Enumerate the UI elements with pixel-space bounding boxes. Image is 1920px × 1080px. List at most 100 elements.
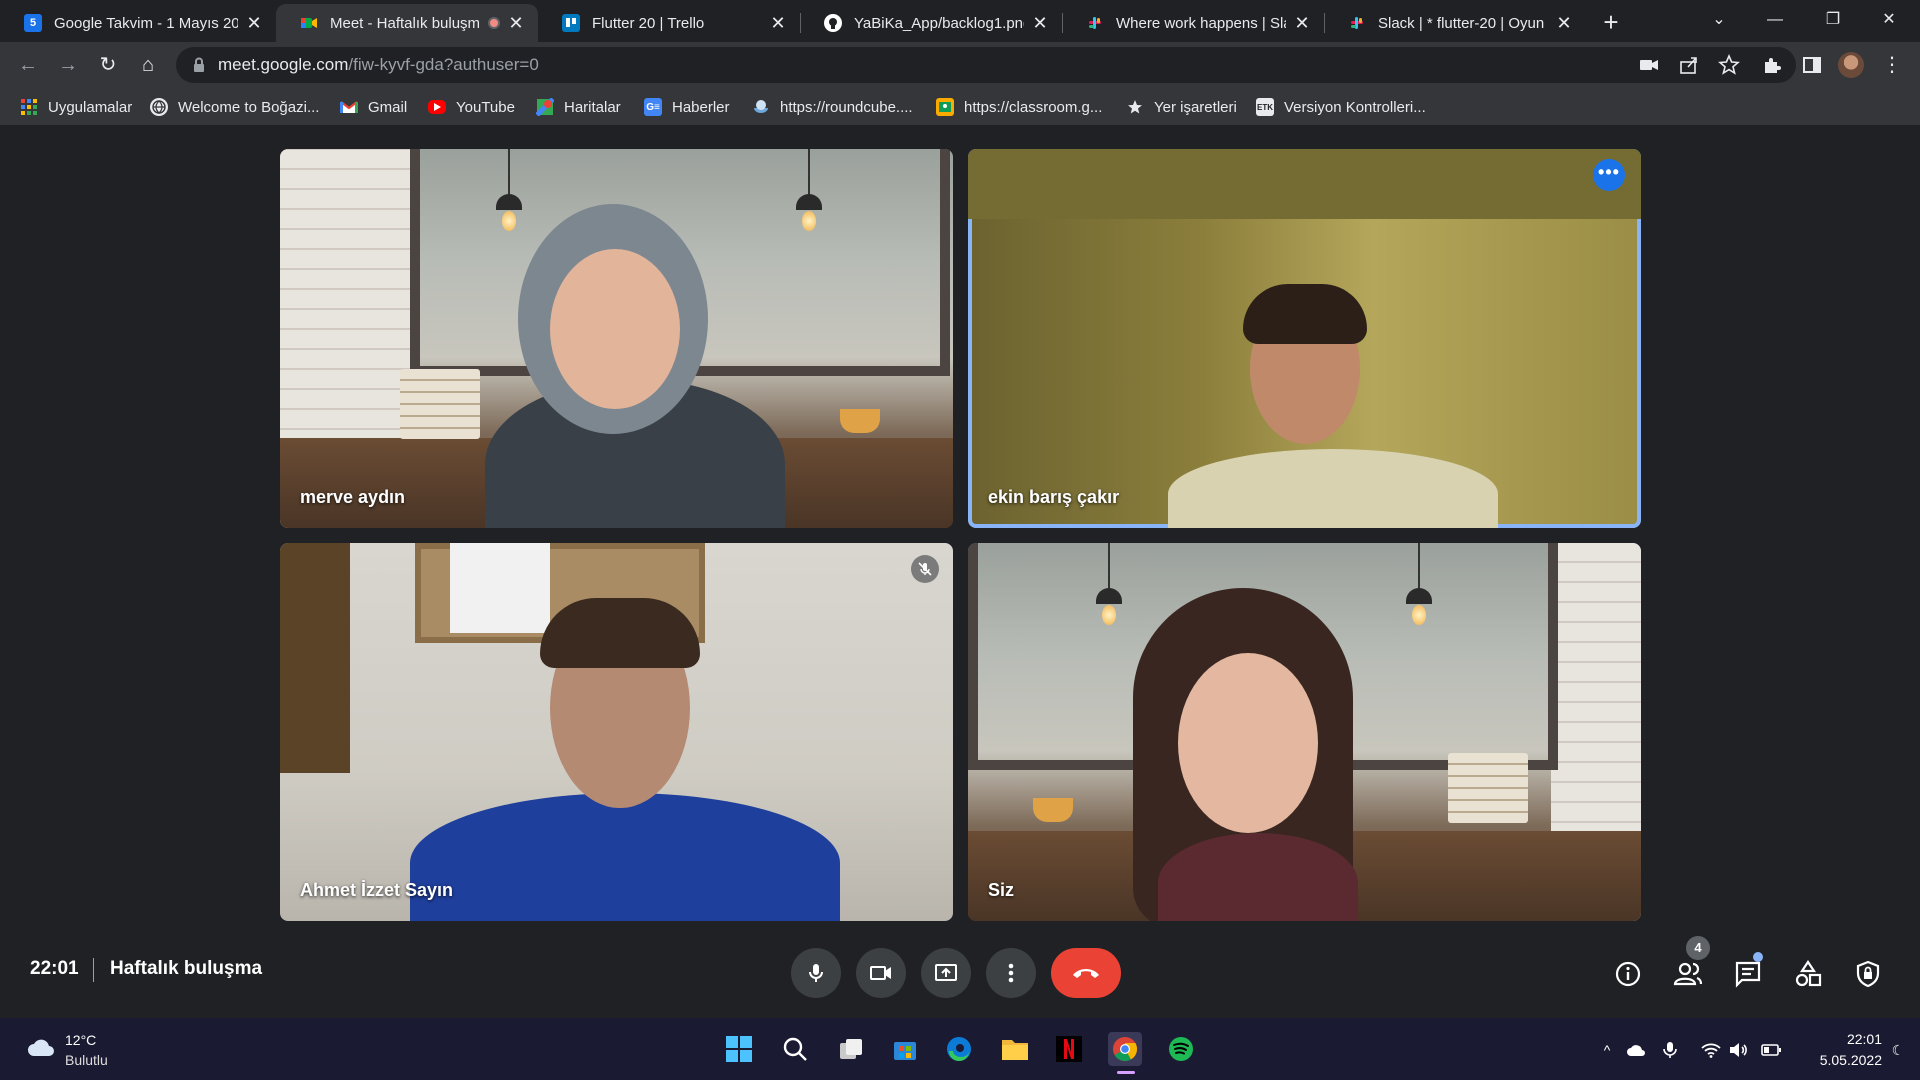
close-icon[interactable]: ✕ [244, 13, 264, 33]
tab-google-meet[interactable]: Meet - Haftalık buluşm ✕ [276, 4, 538, 42]
participant-tile-1[interactable]: merve aydın [280, 149, 953, 528]
volume-icon[interactable] [1729, 1040, 1749, 1060]
people-button[interactable] [1668, 954, 1708, 994]
reload-button[interactable]: ↻ [92, 49, 124, 81]
home-button[interactable]: ⌂ [132, 49, 164, 81]
close-icon[interactable]: ✕ [506, 13, 526, 33]
close-icon[interactable]: ✕ [1030, 13, 1050, 33]
weather-temperature: 12°C [65, 1032, 97, 1048]
profile-avatar[interactable] [1838, 52, 1864, 78]
bookmark-classroom[interactable]: https://classroom.g... [936, 96, 1102, 118]
background-ceiling [968, 149, 1641, 219]
bulb-icon [502, 211, 516, 231]
close-window-button[interactable]: ✕ [1866, 4, 1912, 36]
tab-trello[interactable]: Flutter 20 | Trello ✕ [538, 4, 800, 42]
more-options-icon[interactable]: ••• [1593, 159, 1625, 191]
participant-tile-2[interactable]: ••• ekin barış çakır [968, 149, 1641, 528]
books-image [1448, 753, 1528, 823]
bulb-icon [1412, 605, 1426, 625]
camera-in-use-icon[interactable] [1638, 54, 1660, 76]
chat-icon [1735, 961, 1761, 988]
bookmark-version-control[interactable]: ETK Versiyon Kontrolleri... [1256, 96, 1426, 118]
bookmark-star-icon[interactable] [1718, 54, 1740, 76]
tab-search-chevron-icon[interactable]: ⌄ [1696, 4, 1742, 36]
activities-button[interactable] [1788, 954, 1828, 994]
bookmark-bogazici[interactable]: Welcome to Boğazi... [150, 96, 319, 118]
close-icon[interactable]: ✕ [1292, 13, 1312, 33]
present-screen-icon [935, 964, 957, 981]
bookmark-youtube[interactable]: YouTube [428, 96, 515, 118]
side-panel-icon[interactable] [1796, 49, 1828, 81]
tab-google-calendar[interactable]: 5 Google Takvim - 1 Mayıs 20 ✕ [0, 4, 276, 42]
tab-title: Where work happens | Slac [1116, 14, 1286, 32]
participant-name: ekin barış çakır [988, 487, 1120, 507]
url-text[interactable]: meet.google.com/fiw-kyvf-gda?authuser=0 [218, 55, 539, 75]
bookmark-roundcube[interactable]: https://roundcube.... [752, 96, 913, 118]
back-button[interactable]: ← [12, 49, 44, 81]
show-hidden-icons-chevron-icon[interactable]: ^ [1597, 1040, 1617, 1060]
tab-github[interactable]: YaBiKa_App/backlog1.png a ✕ [800, 4, 1062, 42]
share-icon[interactable] [1678, 54, 1700, 76]
microphone-button[interactable] [791, 948, 841, 998]
file-explorer-button[interactable] [998, 1032, 1032, 1066]
restore-button[interactable]: ❐ [1810, 4, 1856, 36]
meet-control-bar: 22:01 Haftalık buluşma [0, 930, 1920, 1018]
bookmark-label: https://classroom.g... [964, 98, 1103, 116]
bookmark-gmail[interactable]: Gmail [340, 96, 407, 118]
taskbar-date: 5.05.2022 [1819, 1052, 1882, 1068]
chrome-menu-icon[interactable]: ⋮ [1882, 52, 1902, 78]
leave-call-button[interactable] [1051, 948, 1121, 998]
present-screen-button[interactable] [921, 948, 971, 998]
task-view-button[interactable] [834, 1032, 868, 1066]
lock-icon[interactable] [190, 56, 208, 74]
bookmark-news[interactable]: G≡ Haberler [644, 96, 730, 118]
microphone-in-use-icon[interactable] [1660, 1040, 1680, 1060]
tab-slack-1[interactable]: Where work happens | Slac ✕ [1062, 4, 1324, 42]
bookmark-apps[interactable]: Uygulamalar [20, 96, 132, 118]
address-bar[interactable]: meet.google.com/fiw-kyvf-gda?authuser=0 [176, 47, 1796, 83]
extensions-puzzle-icon[interactable] [1756, 49, 1788, 81]
people-icon [1673, 962, 1703, 986]
new-tab-button[interactable]: + [1596, 8, 1626, 38]
onedrive-icon[interactable] [1626, 1040, 1646, 1060]
more-options-button[interactable] [986, 948, 1036, 998]
chrome-button[interactable] [1108, 1032, 1142, 1066]
minimize-button[interactable]: — [1752, 4, 1798, 36]
bookmark-maps[interactable]: Haritalar [536, 96, 621, 118]
start-button[interactable] [722, 1032, 756, 1066]
search-button[interactable] [778, 1032, 812, 1066]
meet-video-grid: merve aydın ••• ekin barış çakır Ahmet İ… [0, 126, 1920, 1018]
lamp-icon [1406, 543, 1432, 604]
participant-tile-4[interactable]: Siz [968, 543, 1641, 921]
news-icon: G≡ [644, 98, 662, 116]
microsoft-store-button[interactable] [888, 1032, 922, 1066]
edge-button[interactable] [942, 1032, 976, 1066]
bookmarks-bar: Uygulamalar Welcome to Boğazi... Gmail Y… [0, 88, 1920, 126]
netflix-button[interactable] [1052, 1032, 1086, 1066]
tab-slack-2[interactable]: Slack | * flutter-20 | Oyun ve ✕ [1324, 4, 1586, 42]
wifi-icon[interactable] [1701, 1040, 1721, 1060]
lamp-icon [1096, 543, 1122, 604]
camera-button[interactable] [856, 948, 906, 998]
bookmark-bookmarks-folder[interactable]: Yer işaretleri [1126, 96, 1237, 118]
spotify-icon [1169, 1037, 1193, 1061]
microphone-icon [809, 964, 823, 982]
globe-icon [150, 98, 168, 116]
background-frame [280, 543, 350, 773]
tab-title: YaBiKa_App/backlog1.png a [854, 14, 1024, 32]
lamp-icon [796, 149, 822, 210]
host-controls-button[interactable] [1848, 954, 1888, 994]
spotify-button[interactable] [1164, 1032, 1198, 1066]
close-icon[interactable]: ✕ [768, 13, 788, 33]
bookmark-label: Yer işaretleri [1154, 98, 1237, 116]
participant-tile-3[interactable]: Ahmet İzzet Sayın [280, 543, 953, 921]
forward-button[interactable]: → [52, 49, 84, 81]
participant-face [550, 249, 680, 409]
battery-icon[interactable] [1761, 1040, 1781, 1060]
tab-title: Google Takvim - 1 Mayıs 20 [54, 14, 238, 32]
close-icon[interactable]: ✕ [1554, 13, 1574, 33]
meeting-details-button[interactable] [1608, 954, 1648, 994]
bookmark-label: Haberler [672, 98, 730, 116]
focus-moon-icon[interactable]: ☾ [1888, 1040, 1908, 1060]
slack-icon [1348, 14, 1366, 32]
